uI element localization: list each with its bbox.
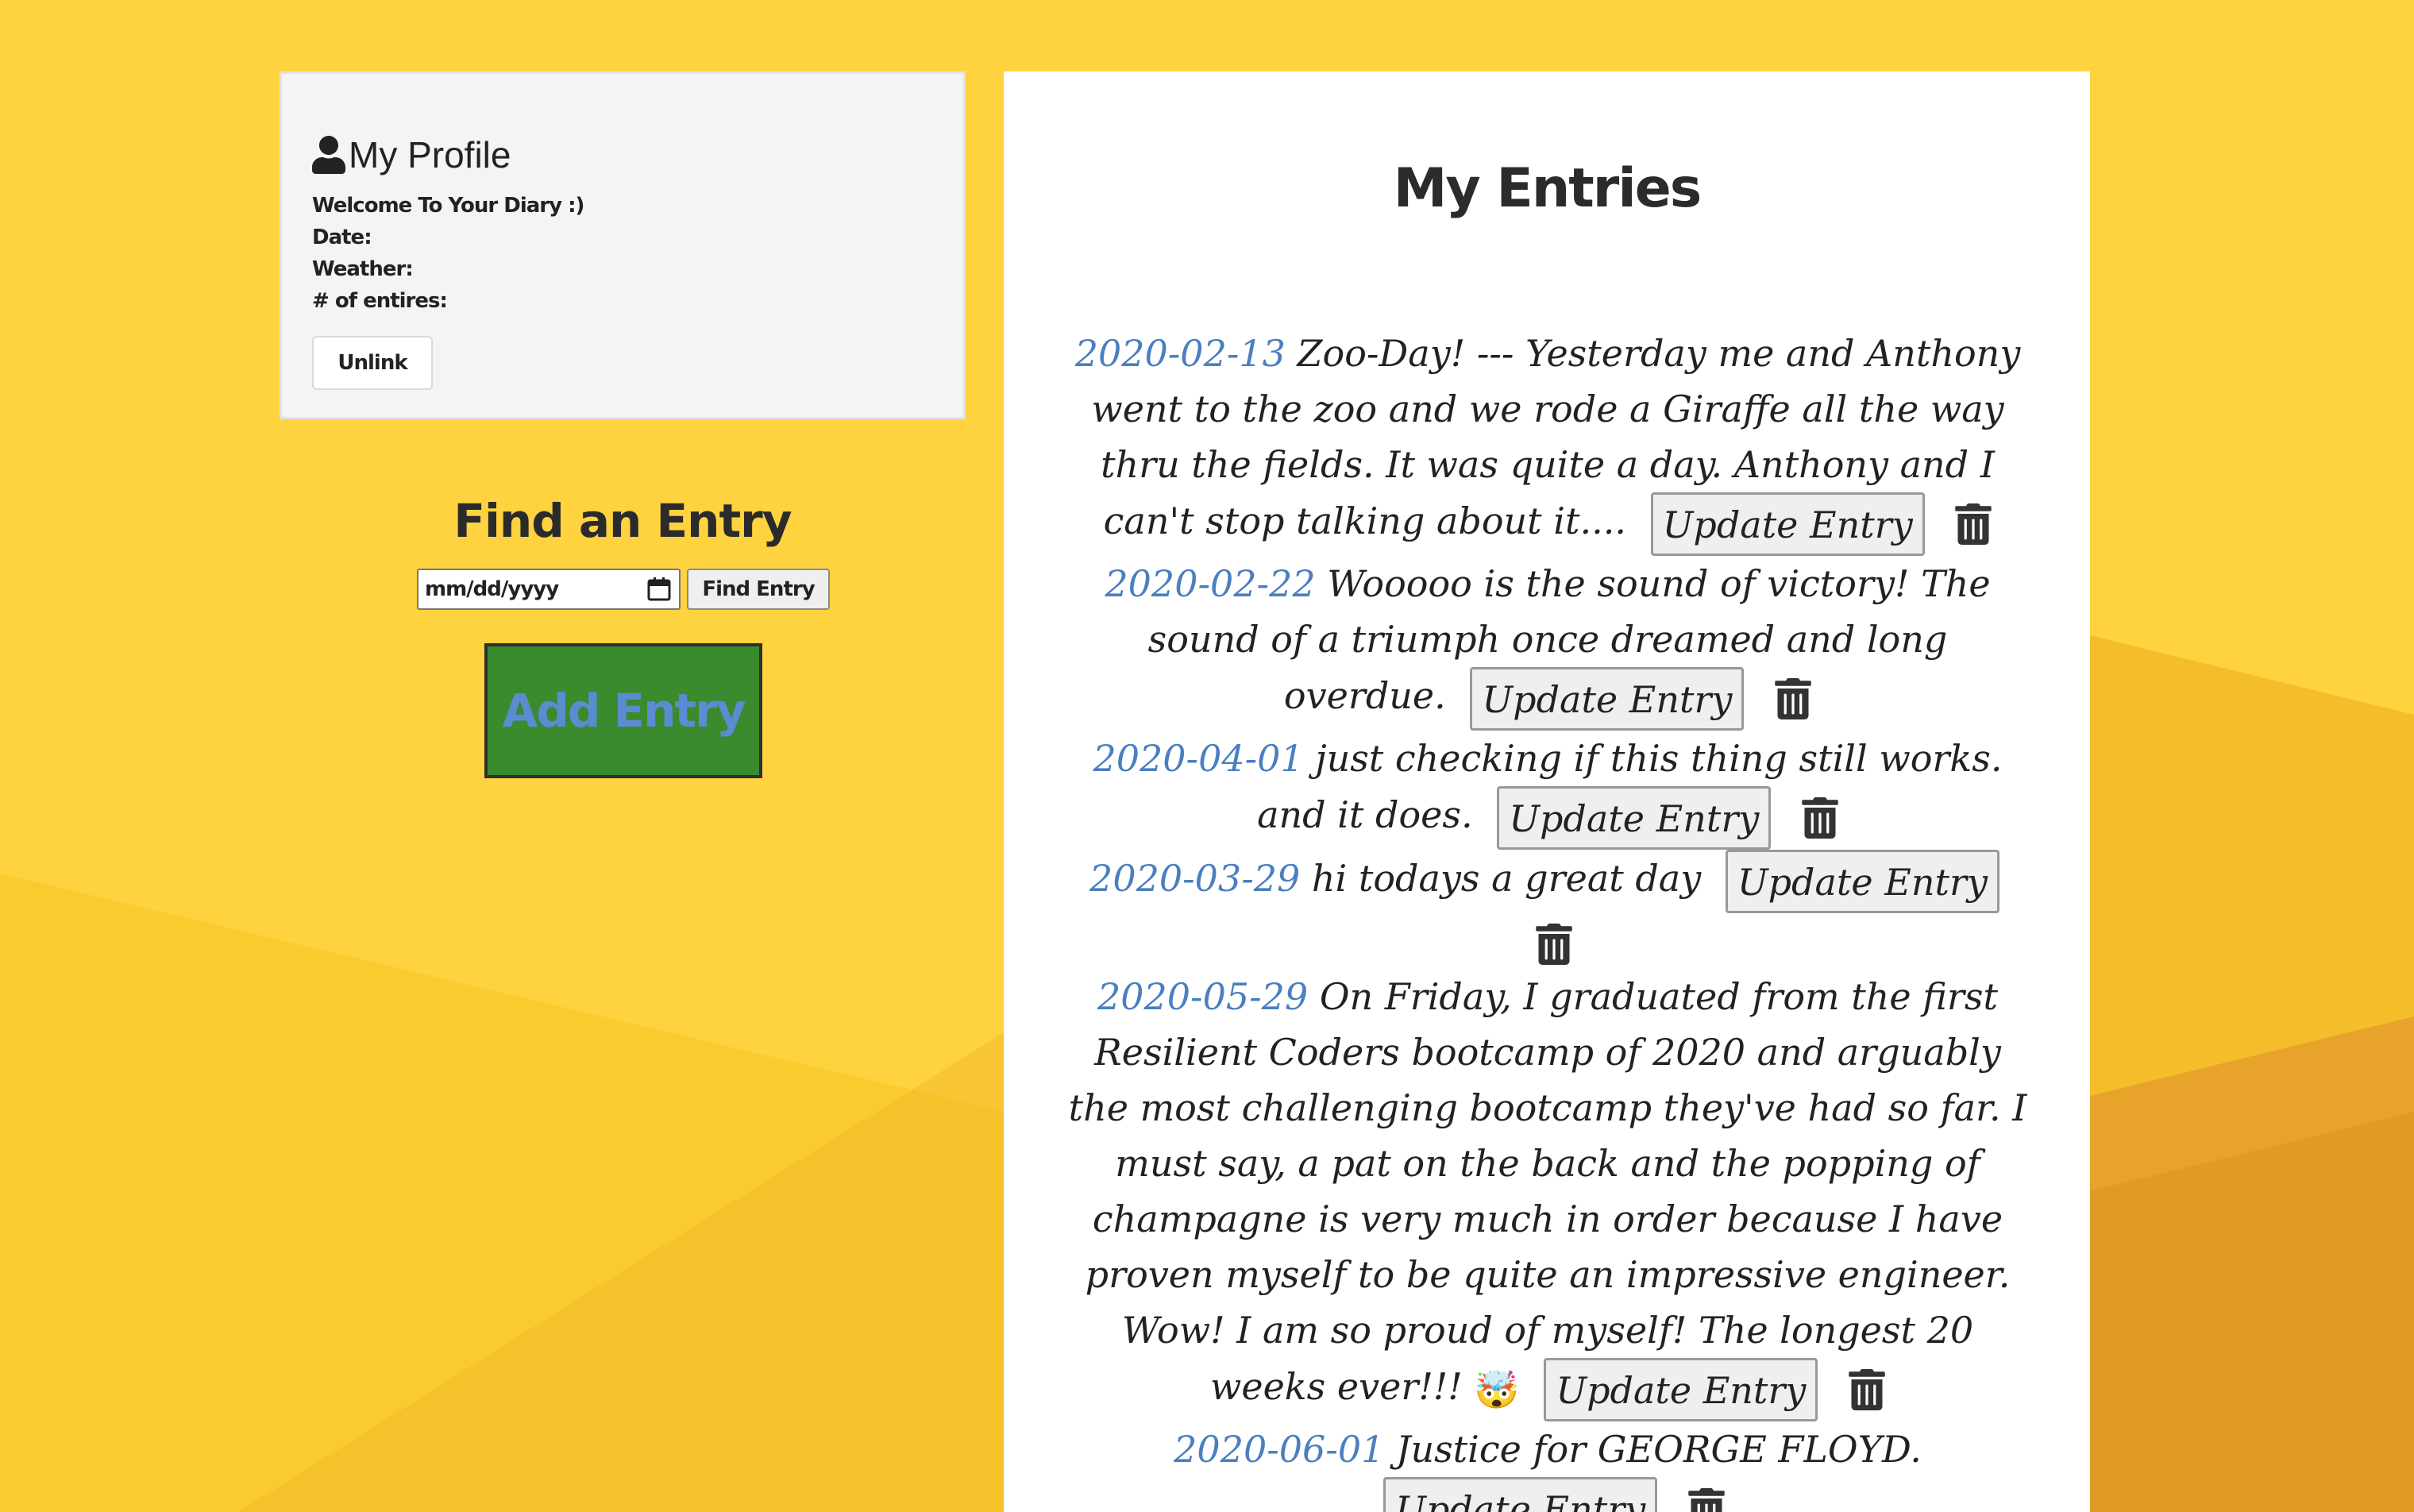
trash-icon[interactable]	[1775, 678, 1811, 719]
entry-text: Justice for GEORGE FLOYD.	[1396, 1428, 1922, 1471]
date-input[interactable]: mm/dd/yyyy	[417, 569, 681, 610]
trash-icon[interactable]	[1688, 1488, 1725, 1512]
add-entry-button[interactable]: Add Entry	[484, 643, 762, 778]
entry-item: 2020-02-13 Zoo-Day! --- Yesterday me and…	[1067, 326, 2028, 556]
user-icon	[312, 136, 345, 174]
entry-item: 2020-05-29 On Friday, I graduated from t…	[1067, 969, 2028, 1421]
entry-text: On Friday, I graduated from the first Re…	[1068, 975, 2027, 1408]
find-entry-button[interactable]: Find Entry	[687, 569, 830, 610]
profile-heading: My Profile	[312, 131, 963, 179]
entries-count-label: # of entires:	[312, 289, 448, 313]
update-entry-button[interactable]: Update Entry	[1470, 667, 1745, 731]
trash-icon[interactable]	[1955, 503, 1992, 545]
entry-item: 2020-04-01 just checking if this thing s…	[1067, 731, 2028, 850]
entry-item: 2020-02-22 Wooooo is the sound of victor…	[1067, 556, 2028, 731]
unlink-button[interactable]: Unlink	[312, 336, 433, 390]
profile-title: My Profile	[349, 134, 511, 176]
update-entry-button[interactable]: Update Entry	[1725, 850, 1999, 913]
exploding-head-emoji: 🤯	[1474, 1368, 1520, 1411]
welcome-text: Welcome To Your Diary :)	[312, 194, 584, 218]
find-entry-form: mm/dd/yyyy Find Entry	[417, 569, 830, 610]
date-label: Date:	[312, 226, 372, 249]
update-entry-button[interactable]: Update Entry	[1497, 786, 1772, 850]
entry-date: 2020-05-29	[1097, 975, 1309, 1018]
entry-date: 2020-02-13	[1074, 332, 1286, 375]
entry-item: 2020-06-01 Justice for GEORGE FLOYD. Upd…	[1067, 1421, 2028, 1512]
trash-icon[interactable]	[1802, 797, 1838, 839]
entry-date: 2020-03-29	[1089, 857, 1301, 900]
entry-text: hi todays a great day	[1311, 857, 1702, 900]
update-entry-button[interactable]: Update Entry	[1544, 1358, 1818, 1421]
profile-card: My Profile Welcome To Your Diary :) Date…	[280, 71, 966, 419]
trash-icon[interactable]	[1536, 924, 1572, 965]
entries-list: 2020-02-13 Zoo-Day! --- Yesterday me and…	[1067, 326, 2028, 1512]
entry-date: 2020-04-01	[1093, 737, 1304, 780]
trash-icon[interactable]	[1849, 1369, 1885, 1410]
calendar-icon[interactable]	[647, 577, 671, 602]
entries-title: My Entries	[1393, 157, 1702, 220]
entry-date: 2020-06-01	[1174, 1428, 1385, 1471]
update-entry-button[interactable]: Update Entry	[1383, 1477, 1658, 1512]
update-entry-button[interactable]: Update Entry	[1650, 492, 1925, 556]
weather-label: Weather:	[312, 257, 414, 281]
entry-item: 2020-03-29 hi todays a great day Update …	[1067, 850, 2028, 969]
date-input-placeholder: mm/dd/yyyy	[425, 577, 559, 601]
entries-panel: My Entries 2020-02-13 Zoo-Day! --- Yeste…	[1004, 71, 2090, 1512]
entry-date: 2020-02-22	[1105, 562, 1316, 605]
find-entry-title: Find an Entry	[453, 494, 792, 548]
